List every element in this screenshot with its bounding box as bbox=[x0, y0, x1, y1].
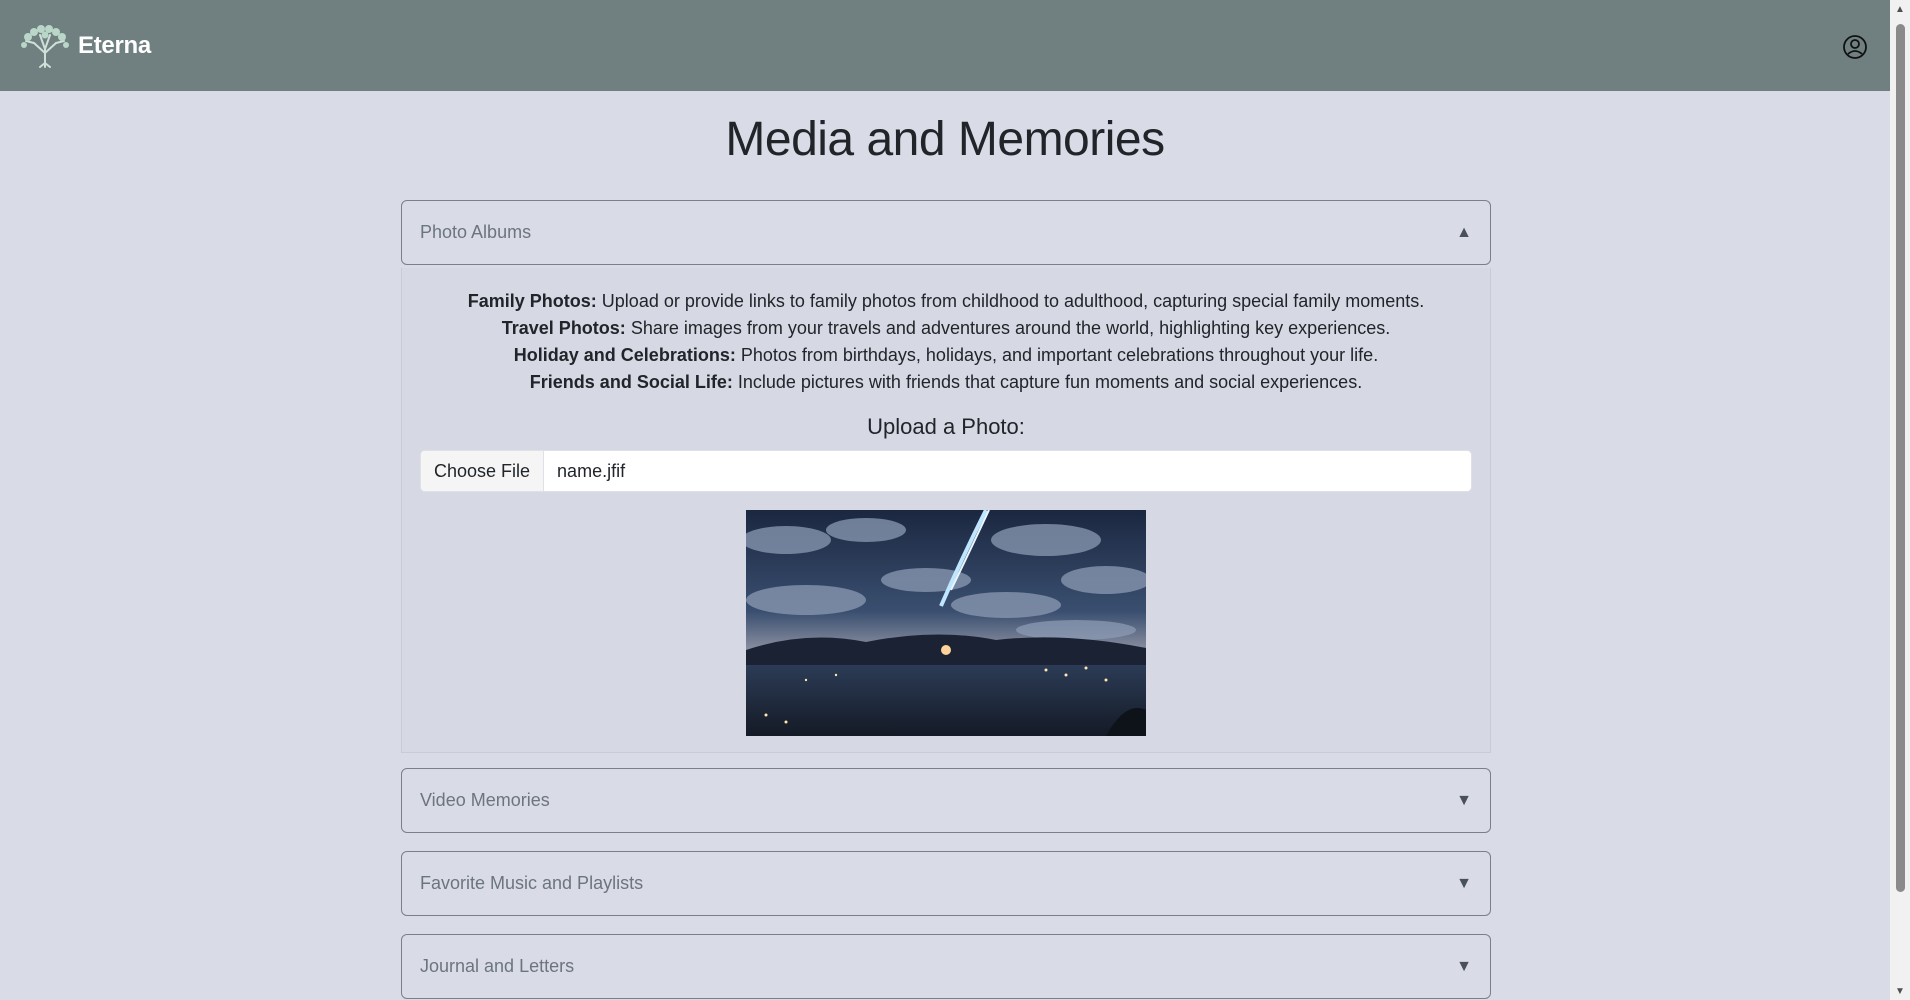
user-circle-icon[interactable] bbox=[1842, 34, 1868, 60]
list-item: Travel Photos: Share images from your tr… bbox=[420, 315, 1472, 342]
brand-link[interactable]: Eterna bbox=[18, 23, 151, 69]
triangle-down-icon: ▼ bbox=[1456, 874, 1472, 892]
item-label: Travel Photos: bbox=[501, 318, 626, 338]
list-item: Holiday and Celebrations: Photos from bi… bbox=[420, 342, 1472, 369]
selected-file-name: name.jfif bbox=[557, 460, 626, 481]
item-text: Photos from birthdays, holidays, and imp… bbox=[740, 345, 1379, 365]
accordion-body-photo-albums: Family Photos: Upload or provide links t… bbox=[401, 268, 1491, 753]
accordion-header-journal-letters[interactable]: Journal and Letters ▼ bbox=[401, 934, 1491, 999]
triangle-up-icon: ▲ bbox=[1456, 223, 1472, 241]
accordion-header-favorite-music[interactable]: Favorite Music and Playlists ▼ bbox=[401, 851, 1491, 916]
accordion-header-video-memories[interactable]: Video Memories ▼ bbox=[401, 768, 1491, 833]
accordion-journal-letters: Journal and Letters ▼ bbox=[401, 934, 1491, 999]
accordion-favorite-music: Favorite Music and Playlists ▼ bbox=[401, 851, 1491, 916]
item-text: Share images from your travels and adven… bbox=[630, 318, 1391, 338]
brand-name: Eterna bbox=[78, 31, 151, 59]
item-label: Family Photos: bbox=[467, 291, 597, 311]
item-label: Friends and Social Life: bbox=[529, 372, 733, 392]
accordion-title: Favorite Music and Playlists bbox=[420, 873, 644, 893]
photo-preview-container bbox=[420, 510, 1472, 736]
accordion-video-memories: Video Memories ▼ bbox=[401, 768, 1491, 833]
accordion-title: Photo Albums bbox=[420, 222, 532, 242]
accordion-photo-albums: Photo Albums ▲ Family Photos: Upload or … bbox=[401, 200, 1491, 753]
scroll-up-arrow-icon[interactable]: ▲ bbox=[1890, 0, 1910, 18]
list-item: Friends and Social Life: Include picture… bbox=[420, 369, 1472, 396]
list-item: Family Photos: Upload or provide links t… bbox=[420, 288, 1472, 315]
tree-logo-icon bbox=[18, 23, 72, 69]
top-navbar: Eterna bbox=[0, 0, 1890, 91]
page-scrollbar[interactable]: ▲ ▼ bbox=[1890, 0, 1910, 1000]
uploaded-photo-preview bbox=[746, 510, 1146, 736]
item-label: Holiday and Celebrations: bbox=[513, 345, 736, 365]
scroll-thumb[interactable] bbox=[1896, 24, 1905, 892]
accordion-header-photo-albums[interactable]: Photo Albums ▲ bbox=[401, 200, 1491, 265]
upload-photo-label: Upload a Photo: bbox=[867, 414, 1025, 439]
page-title: Media and Memories bbox=[725, 113, 1165, 166]
item-text: Upload or provide links to family photos… bbox=[601, 291, 1425, 311]
accordion-title: Journal and Letters bbox=[420, 956, 575, 976]
triangle-down-icon: ▼ bbox=[1456, 791, 1472, 809]
photo-file-input[interactable]: Choose File name.jfif bbox=[420, 450, 1472, 492]
accordion-title: Video Memories bbox=[420, 790, 550, 810]
triangle-down-icon: ▼ bbox=[1456, 957, 1472, 975]
choose-file-button[interactable]: Choose File bbox=[421, 451, 545, 491]
scroll-down-arrow-icon[interactable]: ▼ bbox=[1890, 982, 1910, 1000]
item-text: Include pictures with friends that captu… bbox=[737, 372, 1363, 392]
